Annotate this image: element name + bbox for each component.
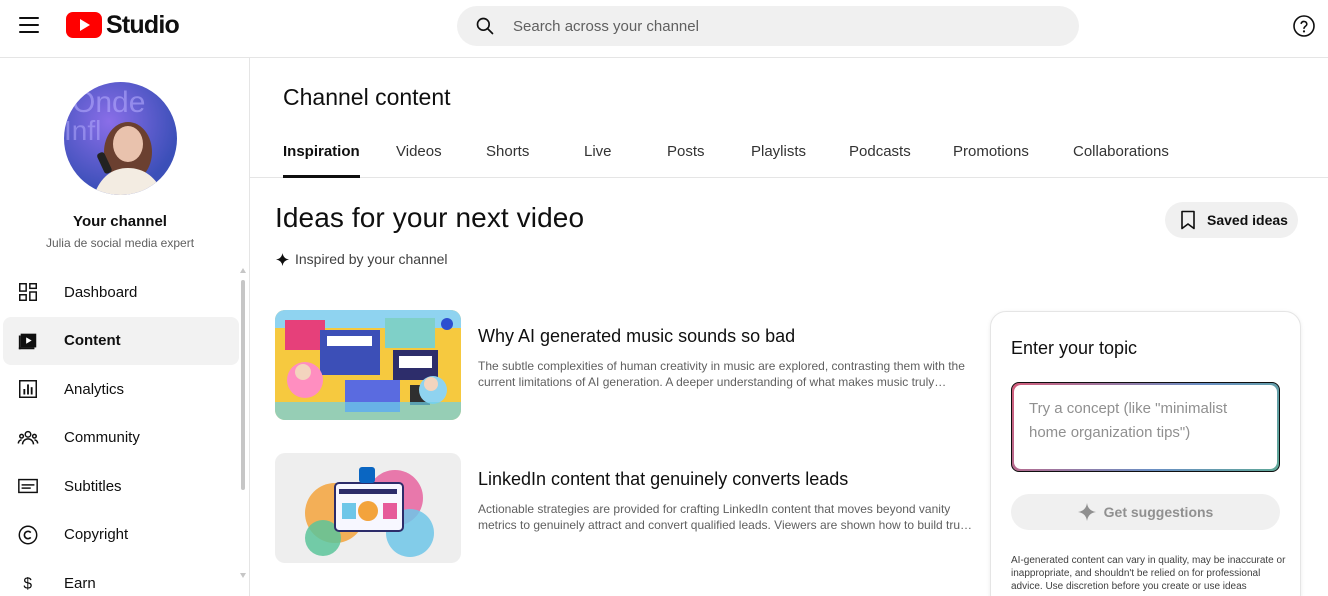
tab-shorts[interactable]: Shorts — [486, 143, 529, 178]
subtitles-icon — [18, 479, 38, 494]
linkedin-illustration — [275, 453, 461, 563]
search-input[interactable] — [513, 17, 1053, 35]
logo-text: Studio — [106, 10, 180, 39]
sidebar-item-dashboard[interactable]: Dashboard — [3, 268, 239, 317]
svg-text:$: $ — [23, 576, 32, 593]
youtube-play-icon — [66, 12, 102, 38]
tab-videos[interactable]: Videos — [396, 143, 442, 178]
section-title: Ideas for your next video — [275, 202, 585, 233]
sidebar-item-label: Analytics — [64, 380, 125, 398]
studio-logo[interactable]: Studio — [66, 10, 180, 40]
tab-posts[interactable]: Posts — [667, 143, 705, 178]
sidebar-item-copyright[interactable]: Copyright — [3, 511, 239, 560]
idea-description: Actionable strategies are provided for c… — [478, 502, 970, 532]
svg-text:Infl: Infl — [64, 115, 101, 146]
idea-card[interactable]: LinkedIn content that genuinely converts… — [275, 453, 975, 563]
search-bar[interactable] — [457, 6, 1079, 46]
copyright-icon — [18, 525, 38, 545]
saved-ideas-label: Saved ideas — [1207, 212, 1288, 228]
sidebar-item-label: Community — [64, 429, 140, 447]
ai-music-illustration — [275, 310, 461, 420]
sidebar-item-label: Dashboard — [64, 283, 138, 301]
content-icon — [18, 333, 37, 349]
tab-promotions[interactable]: Promotions — [953, 143, 1029, 178]
topic-input-wrapper — [1011, 382, 1280, 472]
analytics-icon — [19, 380, 37, 399]
tab-playlists[interactable]: Playlists — [751, 143, 806, 178]
channel-name: Your channel — [73, 213, 167, 230]
idea-description: The subtle complexities of human creativ… — [478, 359, 965, 389]
inspired-label: Inspired by your channel — [295, 251, 448, 267]
bookmark-icon — [1181, 210, 1195, 230]
hamburger-menu-icon[interactable] — [14, 10, 44, 40]
inspired-note: Inspired by your channel — [276, 251, 448, 267]
idea-title[interactable]: LinkedIn content that genuinely converts… — [478, 469, 848, 490]
tab-podcasts[interactable]: Podcasts — [849, 143, 911, 178]
earn-icon: $ — [23, 576, 32, 593]
sparkle-icon — [276, 252, 289, 266]
scroll-up-arrow[interactable] — [240, 268, 246, 273]
sidebar-item-label: Copyright — [64, 526, 129, 544]
avatar-photo: Onde Infl — [64, 86, 164, 195]
get-suggestions-label: Get suggestions — [1103, 504, 1214, 520]
content-tabs: Inspiration Videos Shorts Live Posts Pla… — [250, 130, 1328, 178]
search-icon[interactable] — [475, 16, 495, 36]
idea-card[interactable]: Why AI generated music sounds so bad The… — [275, 310, 975, 420]
idea-title[interactable]: Why AI generated music sounds so bad — [478, 326, 795, 347]
sidebar-item-label: Subtitles — [64, 477, 122, 495]
tab-live[interactable]: Live — [584, 143, 612, 178]
scroll-thumb[interactable] — [241, 280, 245, 490]
sidebar-item-label: Earn — [64, 574, 96, 592]
idea-thumbnail[interactable] — [275, 453, 461, 563]
sidebar-item-analytics[interactable]: Analytics — [3, 365, 239, 414]
community-icon — [17, 430, 39, 445]
topic-title: Enter your topic — [1011, 338, 1138, 358]
sidebar-item-label: Content — [64, 332, 121, 350]
sidebar-scrollbar[interactable] — [240, 268, 246, 578]
topic-input[interactable] — [1014, 385, 1277, 469]
dashboard-icon — [19, 283, 37, 302]
sidebar: Onde Infl Your channel Julia de social m… — [0, 58, 250, 596]
channel-handle: Julia de social media expert — [45, 236, 195, 250]
sidebar-item-content[interactable]: Content — [3, 316, 239, 365]
sidebar-item-earn[interactable]: $ Earn — [3, 559, 239, 596]
tab-collaborations[interactable]: Collaborations — [1073, 143, 1169, 178]
saved-ideas-button[interactable]: Saved ideas — [1165, 202, 1298, 238]
top-bar: Studio — [0, 0, 1328, 58]
idea-thumbnail[interactable] — [275, 310, 461, 420]
ai-disclaimer: AI-generated content can vary in quality… — [1011, 555, 1286, 592]
get-suggestions-button[interactable]: Get suggestions — [1011, 494, 1280, 530]
avatar[interactable]: Onde Infl — [64, 82, 177, 195]
sidebar-item-subtitles[interactable]: Subtitles — [3, 462, 239, 511]
sparkle-icon — [1077, 503, 1096, 521]
sidebar-item-community[interactable]: Community — [3, 414, 239, 463]
scroll-down-arrow[interactable] — [240, 573, 246, 578]
help-icon[interactable] — [1292, 14, 1316, 38]
topic-panel: Enter your topic Get suggestions AI-gene… — [990, 311, 1301, 596]
page-title: Channel content — [283, 84, 451, 110]
tab-inspiration[interactable]: Inspiration — [283, 143, 360, 178]
sidebar-nav: Dashboard Content Analytics Community Su… — [3, 268, 239, 596]
